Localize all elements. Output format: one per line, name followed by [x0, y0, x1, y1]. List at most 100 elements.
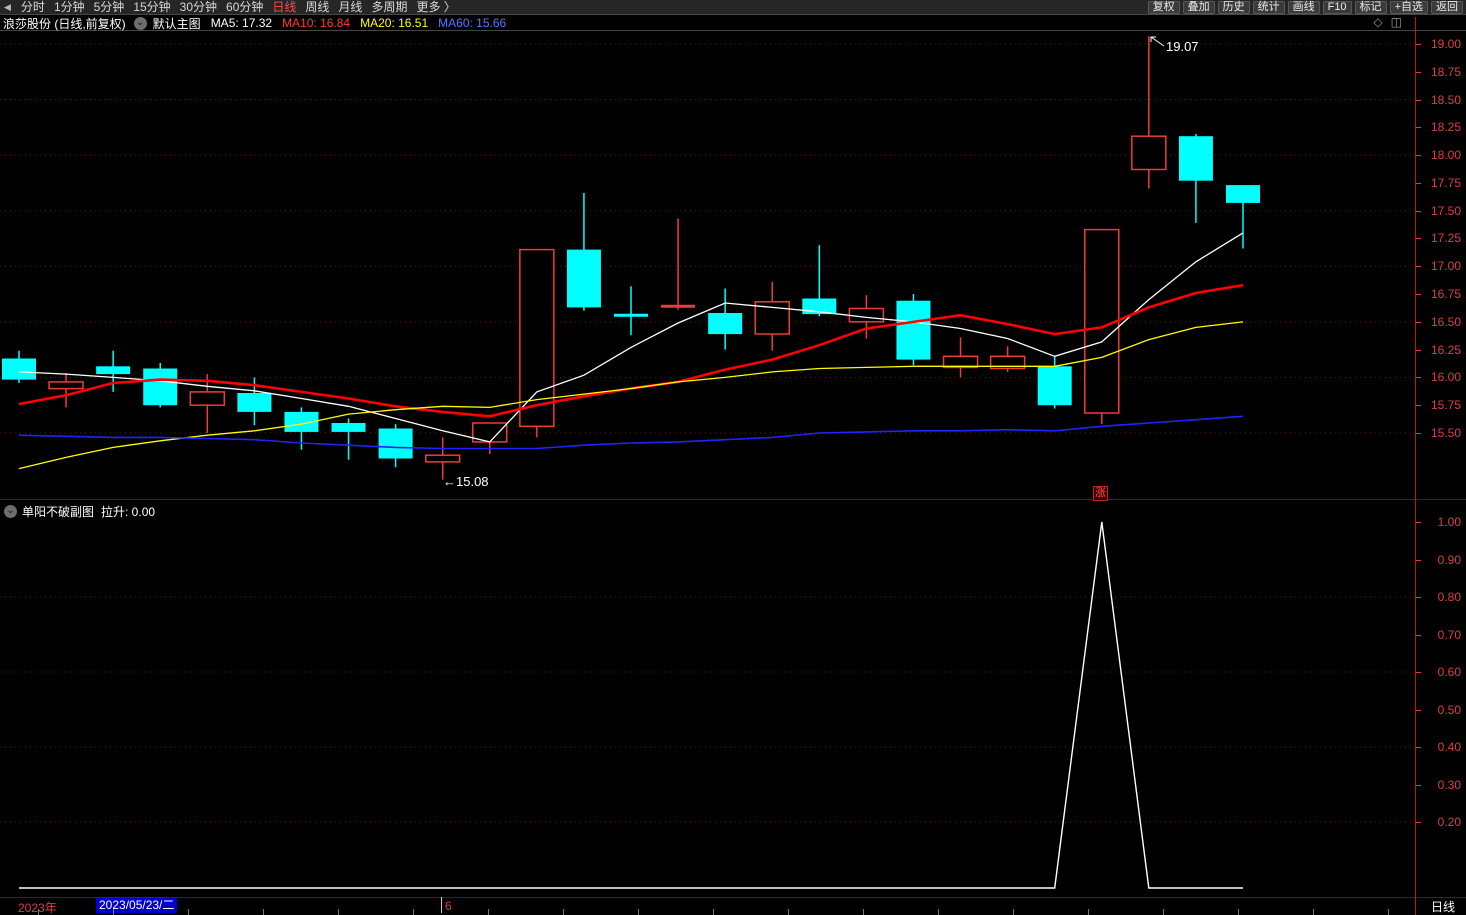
axis-label: 18.25 [1430, 120, 1461, 135]
month-label: 6 [445, 899, 452, 913]
toolbar-button-3[interactable]: 统计 [1252, 0, 1285, 14]
axis-label: 16.75 [1430, 287, 1461, 302]
axis-label: 0.90 [1437, 552, 1461, 567]
axis-label: 18.75 [1430, 64, 1461, 79]
axis-tick [1416, 377, 1421, 379]
date-tick [263, 909, 264, 915]
menubar-item-7[interactable]: 周线 [305, 0, 329, 14]
date-tick [938, 909, 939, 915]
axis-label: 0.20 [1437, 815, 1461, 829]
split-window-icon[interactable]: ◫ [1391, 15, 1402, 29]
menubar-item-10[interactable]: 更多 〉 [416, 0, 455, 14]
axis-tick [1416, 155, 1421, 157]
axis-label: 18.00 [1430, 148, 1461, 163]
date-tick [1013, 909, 1014, 915]
stock-app-window: 19.07 ←15.08 ◀ 分时 1分钟 5分钟 15分钟 30分钟 60分钟 日线 周线月… [0, 0, 1466, 915]
titlebar: 浪莎股份 (日线,前复权) ⌄ 默认主图 MA5: 17.32 MA10: 16.… [0, 15, 1410, 31]
toolbar-button-0[interactable]: 复权 [1147, 0, 1180, 14]
menubar-item-1[interactable]: 1分钟 [54, 0, 85, 14]
axis-tick [1416, 634, 1421, 636]
diamond-icon[interactable]: ◇ [1373, 15, 1382, 29]
ma-legend: MA5: 17.32 MA10: 16.84 MA20: 16.51 MA60: 15… [211, 16, 517, 30]
menubar-item-3[interactable]: 15分钟 [133, 0, 170, 14]
menubar: ◀ 分时 1分钟 5分钟 15分钟 30分钟 60分钟 日线 周线 月线 多周期 更多 〉 复权 叠加… [0, 0, 1466, 15]
axis-tick [1416, 522, 1421, 523]
menubar-item-2[interactable]: 5分钟 [94, 0, 125, 14]
axis-label: 17.25 [1430, 231, 1461, 246]
axis-label: 16.25 [1430, 342, 1461, 357]
axis-label: 0.50 [1437, 702, 1461, 717]
toolbar-button-1[interactable]: 叠加 [1182, 0, 1215, 14]
axis-label: 19.00 [1430, 37, 1461, 51]
high-annotation-arrow [1150, 36, 1165, 47]
toolbar-button-4[interactable]: 画线 [1287, 0, 1320, 14]
sub-chart-header: ⌄ 单阳不破副图 拉升: 0.00 [4, 503, 155, 520]
axis-tick [1416, 747, 1421, 748]
axis-label: 1.00 [1437, 515, 1461, 529]
menubar-item-6[interactable]: 日线 [272, 0, 296, 14]
date-tick [338, 909, 339, 915]
toolbar-button-7[interactable]: +自选 [1389, 0, 1428, 14]
axis-label: 15.50 [1430, 425, 1461, 440]
menubar-item-5[interactable]: 60分钟 [226, 0, 263, 14]
selected-date-chip: 2023/05/23/二 [96, 898, 178, 913]
date-tick [788, 909, 789, 915]
axis-tick [1416, 210, 1421, 212]
axis-tick [1416, 432, 1421, 434]
date-tick [1088, 909, 1089, 915]
axis-tick [1416, 127, 1421, 129]
chevron-down-icon[interactable]: ⌄ [4, 505, 17, 518]
date-tick [638, 909, 639, 915]
axis-label: 0.80 [1437, 590, 1461, 604]
axis-tick [1416, 559, 1421, 561]
axis-label: 0.40 [1437, 740, 1461, 754]
menubar-item-0[interactable]: 分时 [21, 0, 45, 14]
menubar-item-9[interactable]: 多周期 [371, 0, 407, 14]
period-menu: 分时 1分钟 5分钟 15分钟 30分钟 60分钟 日线 周线 月线 多周期 更多 〉 [21, 0, 465, 14]
toolbar-button-2[interactable]: 历史 [1217, 0, 1250, 14]
collapse-panel-icon[interactable]: ◀ [4, 0, 11, 14]
axis-tick [1416, 71, 1421, 73]
axis-tick [1416, 44, 1421, 45]
period-label: 日线 [1430, 900, 1455, 914]
axis-label: 0.60 [1437, 665, 1461, 679]
date-tick [413, 909, 414, 915]
axis-label: 16.00 [1430, 370, 1461, 385]
date-tick [113, 909, 114, 915]
ma-legend-item-0: MA5: 17.32 [210, 16, 273, 30]
axis-label: 16.50 [1430, 314, 1461, 329]
stock-title: 浪莎股份 (日线,前复权) [3, 16, 126, 31]
date-tick [563, 909, 564, 915]
toolbar-button-8[interactable]: 返回 [1431, 0, 1463, 14]
chart-canvas[interactable]: 19.07 ←15.08 [0, 0, 1466, 915]
axis-tick [1416, 99, 1421, 101]
ma-legend-item-3: MA60: 15.66 [438, 16, 507, 30]
axis-tick [1416, 784, 1421, 786]
axis-tick [1416, 822, 1421, 823]
axis-label: 18.50 [1430, 92, 1461, 107]
toolbar-button-6[interactable]: 标记 [1354, 0, 1387, 14]
axis-label: 15.75 [1430, 398, 1461, 413]
axis-tick [1416, 321, 1421, 323]
menubar-item-8[interactable]: 月线 [338, 0, 362, 14]
axis-tick [1416, 672, 1421, 673]
toolbar-button-5[interactable]: F10 [1322, 0, 1352, 14]
chevron-down-icon[interactable]: ⌄ [133, 16, 147, 30]
axis-label: 17.50 [1430, 203, 1461, 218]
datebar-divider [441, 897, 442, 913]
axis-tick [1416, 238, 1421, 240]
axis-label: 17.75 [1430, 175, 1461, 190]
axis-tick [1416, 405, 1421, 407]
sub-indicator-name[interactable]: 单阳不破副图 [22, 503, 94, 520]
main-layout-selector[interactable]: 默认主图 [153, 15, 201, 32]
date-tick [188, 909, 189, 915]
date-tick [1238, 909, 1239, 915]
toolbar-menu: 复权 叠加 历史 统计 画线 F10 标记 +自选 返回 [1147, 0, 1466, 14]
axis-tick [1416, 597, 1421, 598]
zhang-signal-marker: 涨 [1093, 486, 1108, 501]
date-tick [863, 909, 864, 915]
menubar-item-4[interactable]: 30分钟 [180, 0, 217, 14]
axis-tick [1416, 349, 1421, 351]
sub-indicator-value: 拉升: 0.00 [101, 505, 156, 519]
date-tick [1388, 909, 1389, 915]
